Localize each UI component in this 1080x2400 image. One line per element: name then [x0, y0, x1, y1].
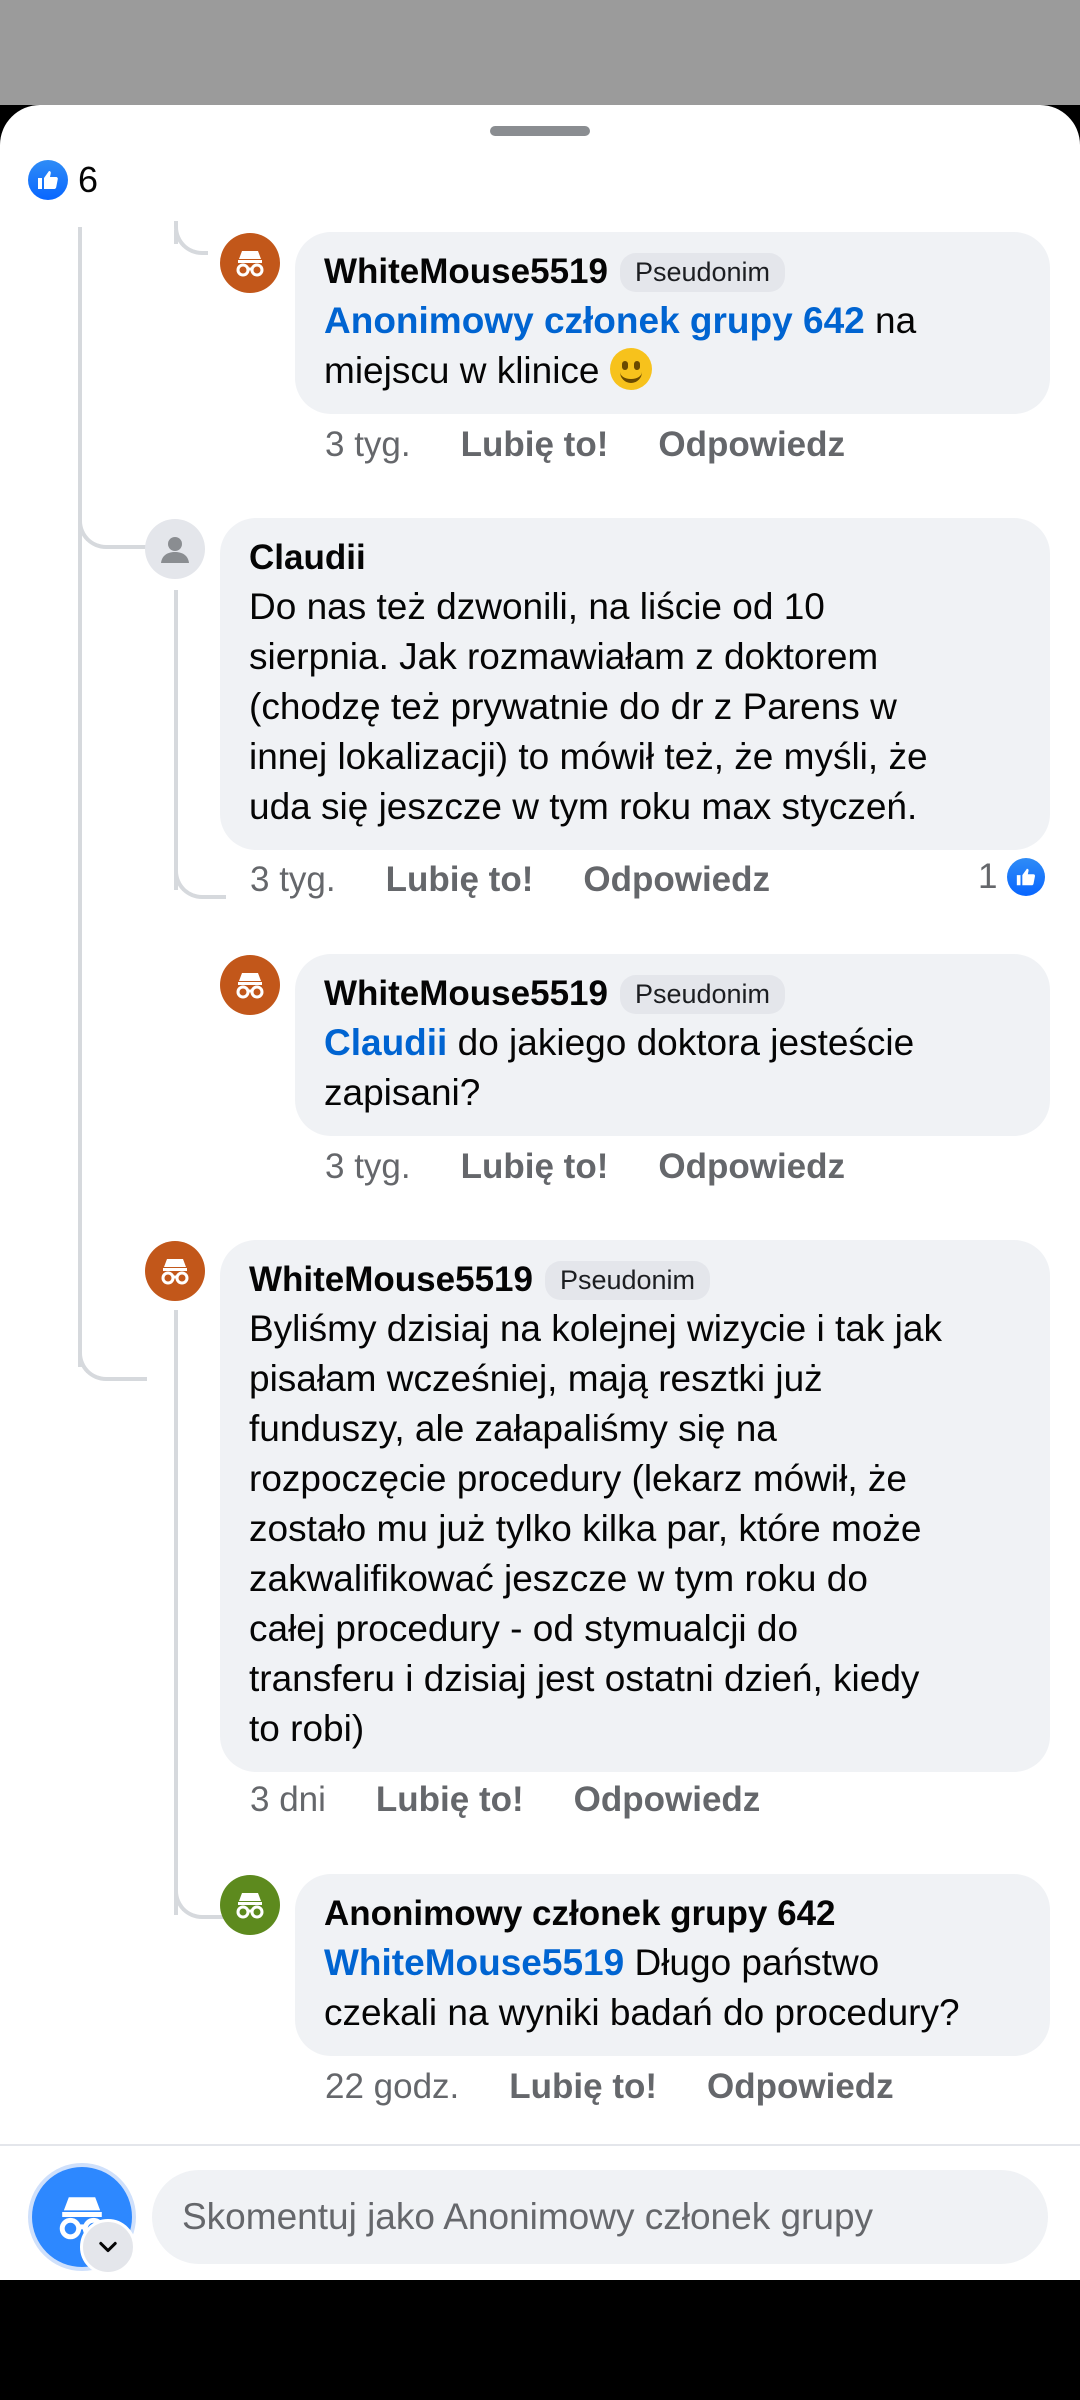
reactions-summary[interactable]: 6 — [28, 155, 98, 205]
like-button[interactable]: Lubię to! — [461, 425, 609, 465]
reply-button[interactable]: Odpowiedz — [583, 860, 770, 900]
drag-handle[interactable] — [490, 126, 590, 136]
comment-time[interactable]: 3 tyg. — [325, 425, 411, 465]
mention-link[interactable]: WhiteMouse5519 — [324, 1942, 624, 1983]
avatar[interactable] — [220, 955, 280, 1015]
comment-author[interactable]: Claudii — [249, 538, 366, 578]
avatar[interactable] — [220, 233, 280, 293]
like-button[interactable]: Lubię to! — [376, 1780, 524, 1820]
thread-line-sub — [174, 1310, 178, 1915]
avatar[interactable] — [220, 1875, 280, 1935]
comment-like-count[interactable]: 1 — [978, 857, 1046, 897]
dimmed-backdrop[interactable] — [0, 0, 1080, 105]
thread-connector — [78, 505, 147, 549]
comment-author[interactable]: WhiteMouse5519 — [324, 252, 608, 292]
comment-bubble[interactable]: WhiteMouse5519 Pseudonim Byliśmy dzisiaj… — [220, 1240, 1050, 1772]
reply-button[interactable]: Odpowiedz — [574, 1780, 761, 1820]
pseudonym-badge: Pseudonim — [619, 974, 786, 1014]
comment-time[interactable]: 3 dni — [250, 1780, 326, 1820]
comment-author[interactable]: WhiteMouse5519 — [249, 1260, 533, 1300]
comment-actions: 22 godz. Lubię to! Odpowiedz — [325, 2062, 944, 2112]
comment-text: WhiteMouse5519 Długo państwo czekali na w… — [324, 1942, 960, 2033]
mention-link[interactable]: Anonimowy członek grupy 642 — [324, 300, 865, 341]
comment-bubble[interactable]: Anonimowy członek grupy 642 WhiteMouse55… — [295, 1874, 1050, 2056]
incognito-icon — [236, 1893, 264, 1919]
thread-connector — [174, 221, 208, 255]
smiley-emoji-icon — [609, 348, 652, 390]
comment-text: Do nas też dzwonili, na liście od 10 sie… — [249, 586, 928, 827]
like-icon — [1007, 858, 1046, 896]
like-button[interactable]: Lubię to! — [386, 860, 534, 900]
comment-bubble[interactable]: WhiteMouse5519 Pseudonim Anonimowy człon… — [295, 232, 1050, 414]
mention-link[interactable]: Claudii — [324, 1022, 447, 1063]
comment-text: Claudii do jakiego doktora jesteście zapi… — [324, 1022, 915, 1113]
comment-time[interactable]: 3 tyg. — [250, 860, 336, 900]
thread-connector — [78, 1267, 147, 1381]
identity-switch-button[interactable] — [80, 2219, 136, 2275]
thread-connector — [174, 1885, 226, 1919]
comment-text: Byliśmy dzisiaj na kolejnej wizycie i ta… — [249, 1308, 942, 1749]
reply-button[interactable]: Odpowiedz — [658, 1147, 845, 1187]
like-icon — [28, 160, 68, 200]
comment-time[interactable]: 22 godz. — [325, 2067, 459, 2107]
avatar[interactable] — [145, 1241, 205, 1301]
thread-line-main — [78, 227, 82, 1367]
comment-author[interactable]: WhiteMouse5519 — [324, 974, 608, 1014]
like-button[interactable]: Lubię to! — [461, 1147, 609, 1187]
comments-sheet: 6 WhiteMouse5519 Pseudonim Anonimowy czł… — [0, 105, 1080, 2280]
incognito-icon — [236, 251, 264, 277]
avatar[interactable] — [145, 519, 205, 579]
reaction-count: 6 — [78, 159, 99, 200]
pseudonym-badge: Pseudonim — [619, 252, 786, 292]
comment-text: Anonimowy członek grupy 642 na miejscu w … — [324, 300, 917, 391]
thread-line-sub — [174, 590, 178, 890]
reply-button[interactable]: Odpowiedz — [707, 2067, 894, 2107]
pseudonym-badge: Pseudonim — [544, 1260, 711, 1300]
comment-actions: 3 dni Lubię to! Odpowiedz — [250, 1775, 810, 1825]
comment-actions: 3 tyg. Lubię to! Odpowiedz — [325, 1142, 895, 1192]
comment-actions: 3 tyg. Lubię to! Odpowiedz — [325, 420, 895, 470]
comment-actions: 3 tyg. Lubię to! Odpowiedz — [250, 855, 820, 905]
comment-input[interactable] — [152, 2170, 1048, 2264]
reply-button[interactable]: Odpowiedz — [658, 425, 845, 465]
incognito-icon — [161, 1259, 189, 1285]
comment-bubble[interactable]: WhiteMouse5519 Pseudonim Claudii do jaki… — [295, 954, 1050, 1136]
comment-author[interactable]: Anonimowy członek grupy 642 — [324, 1894, 836, 1934]
thread-connector — [174, 865, 226, 899]
comment-time[interactable]: 3 tyg. — [325, 1147, 411, 1187]
incognito-icon — [236, 973, 264, 999]
comment-bubble[interactable]: Claudii Do nas też dzwonili, na liście o… — [220, 518, 1050, 850]
default-profile-icon — [161, 537, 189, 563]
chevron-down-icon — [99, 2241, 117, 2253]
like-button[interactable]: Lubię to! — [509, 2067, 657, 2107]
composer-divider — [0, 2144, 1080, 2146]
